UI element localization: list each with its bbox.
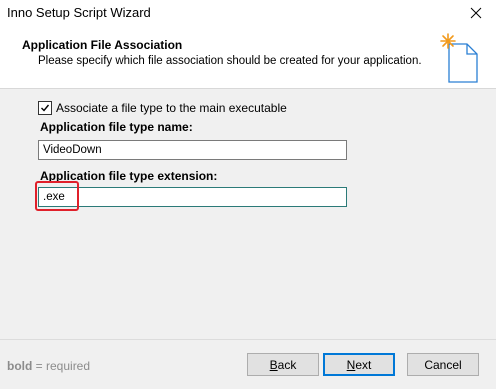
page-title: Application File Association [22,38,183,52]
page-subtitle: Please specify which file association sh… [38,55,422,67]
next-button[interactable]: Next [323,353,395,376]
title-bar: Inno Setup Script Wizard [0,0,496,26]
associate-checkbox-row[interactable]: Associate a file type to the main execut… [38,101,287,115]
type-extension-input[interactable] [38,187,347,207]
back-button[interactable]: Back [247,353,319,376]
check-icon [41,104,50,112]
close-icon [470,7,482,19]
associate-checkbox-label: Associate a file type to the main execut… [56,101,287,115]
wizard-header: Application File Association Please spec… [0,26,496,89]
highlight-box [35,181,79,211]
required-note-bold: bold [7,359,33,373]
new-file-icon [440,33,478,83]
associate-checkbox[interactable] [38,101,52,115]
cancel-button-label: Cancel [424,357,462,372]
window-title: Inno Setup Script Wizard [7,5,151,20]
required-note: bold = required [7,359,90,373]
back-button-label: Back [269,357,297,372]
close-button[interactable] [456,0,496,26]
cancel-button[interactable]: Cancel [407,353,479,376]
required-note-text: = required [32,359,91,373]
type-name-label: Application file type name: [40,120,193,134]
next-button-label: Next [346,357,372,372]
wizard-content: Associate a file type to the main execut… [0,89,496,339]
type-name-input[interactable] [38,140,347,160]
type-name-label-text: Application file type name: [40,120,193,134]
footer-divider [0,339,496,340]
